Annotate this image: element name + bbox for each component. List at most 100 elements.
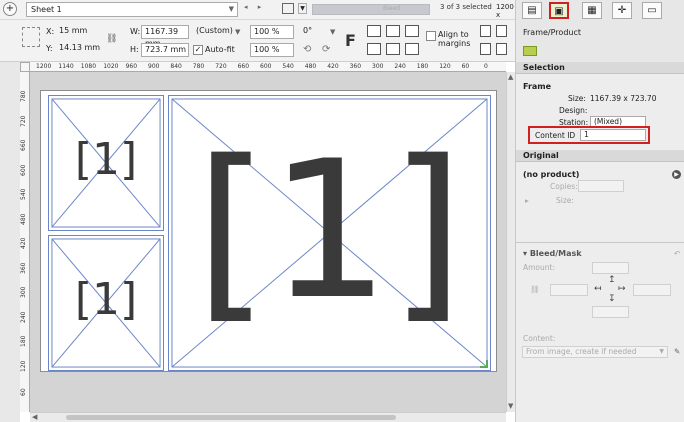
edit-icon[interactable]: ✎ (674, 347, 680, 356)
ruler-tick-label: 480 (304, 63, 317, 70)
ruler-tick-label: 600 (20, 164, 27, 176)
distribute-h-icon[interactable] (480, 25, 491, 37)
align-bottom-icon[interactable] (405, 25, 419, 37)
zoom-slider-label: Bleed (383, 5, 400, 12)
ruler-tick-label: 540 (282, 63, 294, 70)
zoom-value: 1200 x (496, 3, 514, 19)
width-field[interactable]: 1167.39 mm (141, 25, 189, 48)
align-left-icon[interactable] (367, 43, 381, 55)
link-proportions-icon[interactable]: ⛓ (106, 34, 117, 44)
bleed-bottom-field[interactable] (592, 306, 629, 318)
scroll-left-icon[interactable]: ◀ (32, 413, 37, 421)
align-middle-icon[interactable] (386, 25, 400, 37)
align-to-margins-checkbox[interactable] (426, 31, 436, 41)
ruler-tick-label: 120 (439, 63, 451, 70)
bleed-right-field[interactable] (633, 284, 671, 296)
canvas[interactable]: [1] [1] [1] (30, 72, 506, 412)
ruler-tick-label: 60 (20, 388, 27, 396)
arrow-down-icon: ↧ (608, 294, 616, 304)
ruler-tick-label: 540 (20, 188, 27, 200)
scroll-thumb[interactable] (66, 415, 396, 420)
flip-icon[interactable]: ⟲ (303, 44, 311, 55)
top-toolbar: + Sheet 1 ▼ ◂ ▸ ▼ Bleed 3 of 3 selected … (0, 0, 515, 20)
content-id-field[interactable]: 1 (580, 129, 646, 141)
ruler-tick-label: 1020 (103, 63, 119, 70)
frame-content-id: [1] (194, 120, 465, 341)
view-mode-icon[interactable] (282, 3, 294, 14)
view-dropdown-icon[interactable]: ▼ (298, 3, 307, 14)
content-select-value: From image, create if needed (526, 347, 637, 356)
arrow-right-icon: ↦ (618, 284, 626, 294)
reference-point-icon[interactable] (22, 27, 40, 47)
go-to-product-icon[interactable]: ▶ (672, 170, 681, 179)
ruler-tick-label: 60 (461, 63, 470, 70)
rotation-field[interactable]: 0° (300, 25, 334, 39)
horizontal-scrollbar[interactable]: ◀ (30, 412, 506, 422)
bleed-top-field[interactable] (592, 262, 629, 274)
copies-field[interactable] (578, 180, 624, 192)
bleed-left-field[interactable] (550, 284, 588, 296)
fill-mode-icon[interactable]: F (345, 31, 356, 50)
align-right-icon[interactable] (405, 43, 419, 55)
autofit-checkbox[interactable]: ✓ (193, 45, 203, 55)
reset-icon[interactable]: ↶ (674, 249, 680, 258)
height-field[interactable]: 723.7 mm (141, 43, 189, 57)
zoom-slider[interactable]: Bleed (312, 4, 430, 15)
x-field[interactable]: 15 mm (56, 25, 101, 39)
arrow-left-icon: ↤ (594, 284, 602, 294)
selection-heading: Selection (516, 62, 684, 74)
color-icon[interactable]: ▦ (582, 2, 602, 19)
ruler-tick-label: 720 (20, 115, 27, 127)
add-sheet-button[interactable]: + (3, 2, 17, 16)
left-tool-strip (0, 62, 20, 422)
ruler-tick-label: 420 (327, 63, 339, 70)
ruler-tick-label: 300 (20, 286, 27, 298)
geometry-toolbar: X: 15 mm Y: 14.13 mm ⛓ W: 1167.39 mm H: … (0, 20, 515, 62)
link-bleed-icon[interactable]: ⛓ (530, 285, 540, 294)
scale-x-field[interactable]: 100 % (250, 25, 294, 39)
ruler-tick-label: 960 (125, 63, 138, 70)
ruler-tick-label: 180 (20, 335, 27, 347)
inspector-header: ▤ ▣ ▦ ✛ ▭ Frame/Product (515, 0, 684, 62)
size-label: Size: (568, 94, 586, 103)
divider (516, 242, 684, 243)
scroll-down-icon[interactable]: ▼ (508, 402, 513, 410)
sheet-nav-arrows[interactable]: ◂ ▸ (244, 3, 265, 11)
chevron-down-icon: ▼ (228, 5, 234, 13)
copies-label: Copies: (550, 182, 578, 191)
ruler-tick-label: 600 (260, 63, 272, 70)
ruler-tick-label: 180 (416, 63, 429, 70)
scroll-up-icon[interactable]: ▲ (508, 73, 513, 81)
marks-icon[interactable]: ✛ (612, 2, 632, 19)
frame-2[interactable]: [1] (48, 235, 164, 371)
vertical-scrollbar[interactable]: ▲ ▼ (506, 72, 515, 412)
align-top-icon[interactable] (367, 25, 381, 37)
resize-handle[interactable] (480, 360, 488, 368)
size-value: 1167.39 x 723.70 (590, 94, 657, 103)
layout-icon[interactable]: ▭ (642, 2, 662, 19)
y-field[interactable]: 14.13 mm (56, 42, 101, 56)
ruler-tick-label: 480 (20, 213, 27, 225)
ruler-tick-label: 720 (215, 63, 227, 70)
align-center-icon[interactable] (386, 43, 400, 55)
expand-arrow-icon[interactable]: ▸ (525, 196, 529, 205)
sheet: [1] [1] [1] (40, 90, 497, 372)
product-icon[interactable]: ▤ (522, 2, 542, 19)
sheet-select[interactable]: Sheet 1 ▼ (26, 2, 238, 17)
ruler-tick-label: 780 (192, 63, 205, 70)
scale-y-field[interactable]: 100 % (250, 43, 294, 57)
ruler-tick-label: 0 (484, 63, 488, 70)
space-h-icon[interactable] (480, 43, 491, 55)
space-v-icon[interactable] (496, 43, 507, 55)
x-label: X: (46, 27, 55, 36)
frame-3[interactable]: [1] (168, 95, 491, 371)
bleed-mask-heading: ▾ Bleed/Mask (523, 249, 582, 258)
frame-1[interactable]: [1] (48, 95, 164, 231)
ruler-tick-label: 840 (170, 63, 182, 70)
rotate-icon[interactable]: ⟳ (322, 44, 330, 55)
frame-product-tab-icon[interactable]: ▣ (549, 2, 569, 19)
frame-heading: Frame (523, 82, 552, 91)
ruler-corner (20, 62, 30, 72)
distribute-v-icon[interactable] (496, 25, 507, 37)
content-select[interactable]: From image, create if needed ▼ (522, 346, 668, 358)
